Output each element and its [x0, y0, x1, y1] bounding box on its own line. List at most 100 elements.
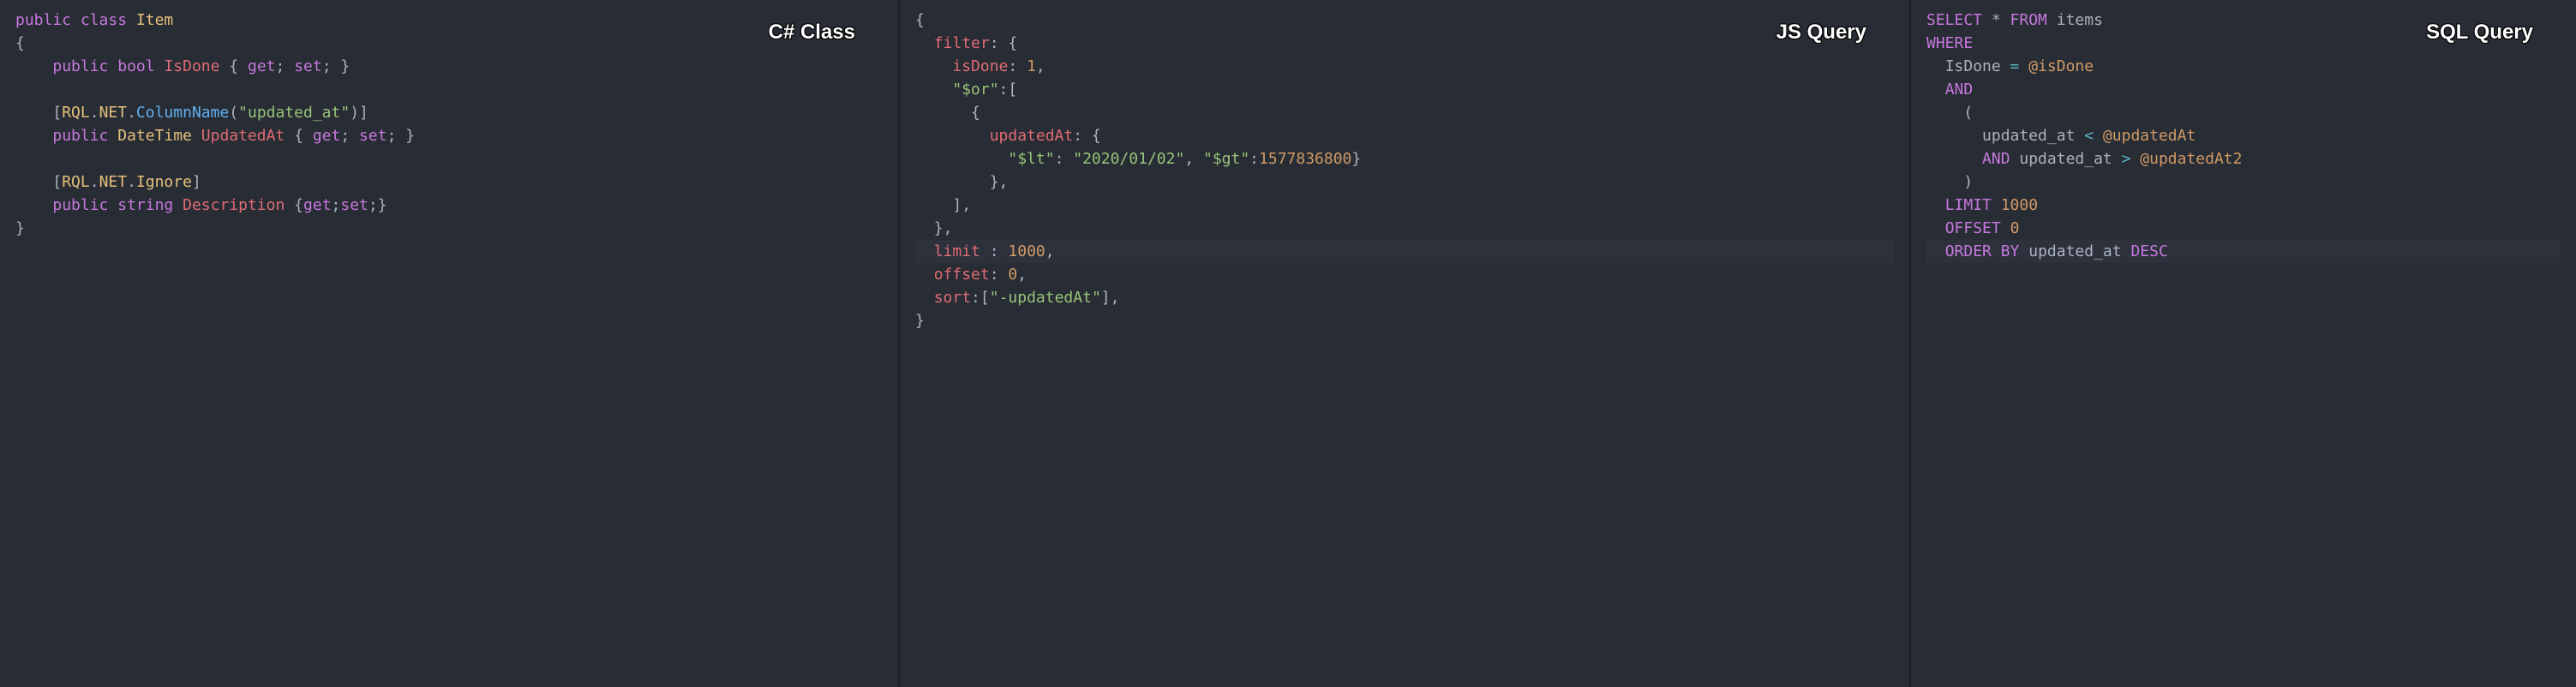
code-token: @updatedAt2	[2130, 150, 2242, 168]
code-token: ; }	[322, 57, 350, 75]
code-token: >	[2122, 150, 2131, 168]
code-token: ],	[1101, 289, 1120, 307]
code-token: {	[285, 127, 313, 145]
code-token: [	[52, 173, 62, 191]
code-token: :[	[971, 289, 990, 307]
sql-panel: SQL Query SELECT * FROM items WHERE IsDo…	[1911, 0, 2576, 687]
code-token: updatedAt	[990, 127, 1074, 145]
code-token: public	[52, 57, 108, 75]
code-token: bool	[117, 57, 154, 75]
code-token: ;	[340, 127, 359, 145]
code-token: =	[2010, 57, 2020, 75]
code-token: isDone	[952, 57, 1008, 75]
code-token: IsDone	[1945, 57, 2010, 75]
code-token: RQL	[62, 173, 90, 191]
code-token: UpdatedAt	[201, 127, 285, 145]
csharp-panel: C# Class public class Item { public bool…	[0, 0, 900, 687]
code-token: Description	[183, 196, 285, 214]
code-token: }	[915, 312, 925, 330]
csharp-title: C# Class	[769, 17, 855, 48]
code-token: class	[81, 11, 127, 29]
code-token: ;	[276, 57, 295, 75]
code-token: 0	[2010, 219, 2020, 237]
code-token: set	[359, 127, 387, 145]
code-token: ;	[332, 196, 341, 214]
code-token: "-updatedAt"	[990, 289, 1101, 307]
csharp-code: public class Item { public bool IsDone {…	[15, 9, 883, 240]
code-token: set	[294, 57, 322, 75]
code-token: items	[2047, 11, 2103, 29]
code-token: 0	[1008, 266, 1017, 284]
code-panels: C# Class public class Item { public bool…	[0, 0, 2576, 687]
code-token: SELECT	[1926, 11, 1982, 29]
sql-title: SQL Query	[2426, 17, 2533, 48]
code-token: {	[285, 196, 303, 214]
code-token: },	[990, 173, 1009, 191]
code-token: public	[15, 11, 71, 29]
code-token: 1577836800	[1259, 150, 1351, 168]
code-token: AND	[1945, 81, 1974, 99]
code-token: Item	[136, 11, 173, 29]
code-token: RQL	[62, 104, 90, 122]
code-token: filter	[934, 34, 990, 52]
code-token: string	[117, 196, 173, 214]
code-token: ,	[1036, 57, 1045, 75]
code-token: : {	[990, 34, 1018, 52]
code-token: }	[1351, 150, 1361, 168]
code-token: get	[303, 196, 332, 214]
code-token: :	[1249, 150, 1259, 168]
code-token: updated_at	[2019, 242, 2130, 260]
code-token: get	[313, 127, 341, 145]
code-token: .	[127, 104, 136, 122]
code-token: ,	[1045, 242, 1055, 260]
code-token: limit	[934, 242, 980, 260]
code-token: {	[219, 57, 248, 75]
code-token: ,	[1184, 150, 1203, 168]
code-token: set	[340, 196, 368, 214]
js-code: { filter: { isDone: 1, "$or":[ { updated…	[915, 9, 1894, 332]
code-token: ]	[192, 173, 201, 191]
code-token: ColumnName	[136, 104, 229, 122]
code-token: .	[90, 104, 99, 122]
code-token: DateTime	[117, 127, 192, 145]
code-token: 1	[1027, 57, 1036, 75]
code-token: {	[915, 11, 925, 29]
js-panel: JS Query { filter: { isDone: 1, "$or":[ …	[900, 0, 1911, 687]
code-token: OFFSET	[1945, 219, 2001, 237]
code-token: @updatedAt	[2094, 127, 2196, 145]
highlighted-line: limit : 1000,	[915, 240, 1894, 263]
code-token	[1992, 196, 2001, 214]
code-token: ,	[1017, 266, 1027, 284]
code-token: "$gt"	[1203, 150, 1249, 168]
code-token: )	[1963, 173, 1973, 191]
code-token: ; }	[387, 127, 416, 145]
code-token: "$lt"	[1008, 150, 1054, 168]
code-token: .	[127, 173, 136, 191]
code-token: 1000	[2001, 196, 2038, 214]
code-token: public	[52, 127, 108, 145]
code-token: NET	[99, 104, 128, 122]
code-token: },	[934, 219, 953, 237]
code-token: (	[1963, 104, 1973, 122]
code-token: .	[90, 173, 99, 191]
code-token: "$or"	[952, 81, 998, 99]
code-token: :[	[999, 81, 1018, 99]
code-token: updated_at	[1982, 127, 2084, 145]
code-token: Ignore	[136, 173, 192, 191]
code-token: NET	[99, 173, 128, 191]
code-token: [	[52, 104, 62, 122]
code-token: {	[971, 104, 980, 122]
code-token: sort	[934, 289, 971, 307]
code-token: updated_at	[2010, 150, 2122, 168]
code-token: )]	[350, 104, 368, 122]
code-token: public	[52, 196, 108, 214]
code-token: LIMIT	[1945, 196, 1992, 214]
code-token: :	[1008, 57, 1027, 75]
code-token: FROM	[2010, 11, 2047, 29]
code-token: @isDone	[2019, 57, 2094, 75]
code-token: ORDER BY	[1945, 242, 2020, 260]
code-token: ],	[952, 196, 971, 214]
code-token: offset	[934, 266, 990, 284]
js-title: JS Query	[1776, 17, 1866, 48]
code-token: DESC	[2130, 242, 2167, 260]
